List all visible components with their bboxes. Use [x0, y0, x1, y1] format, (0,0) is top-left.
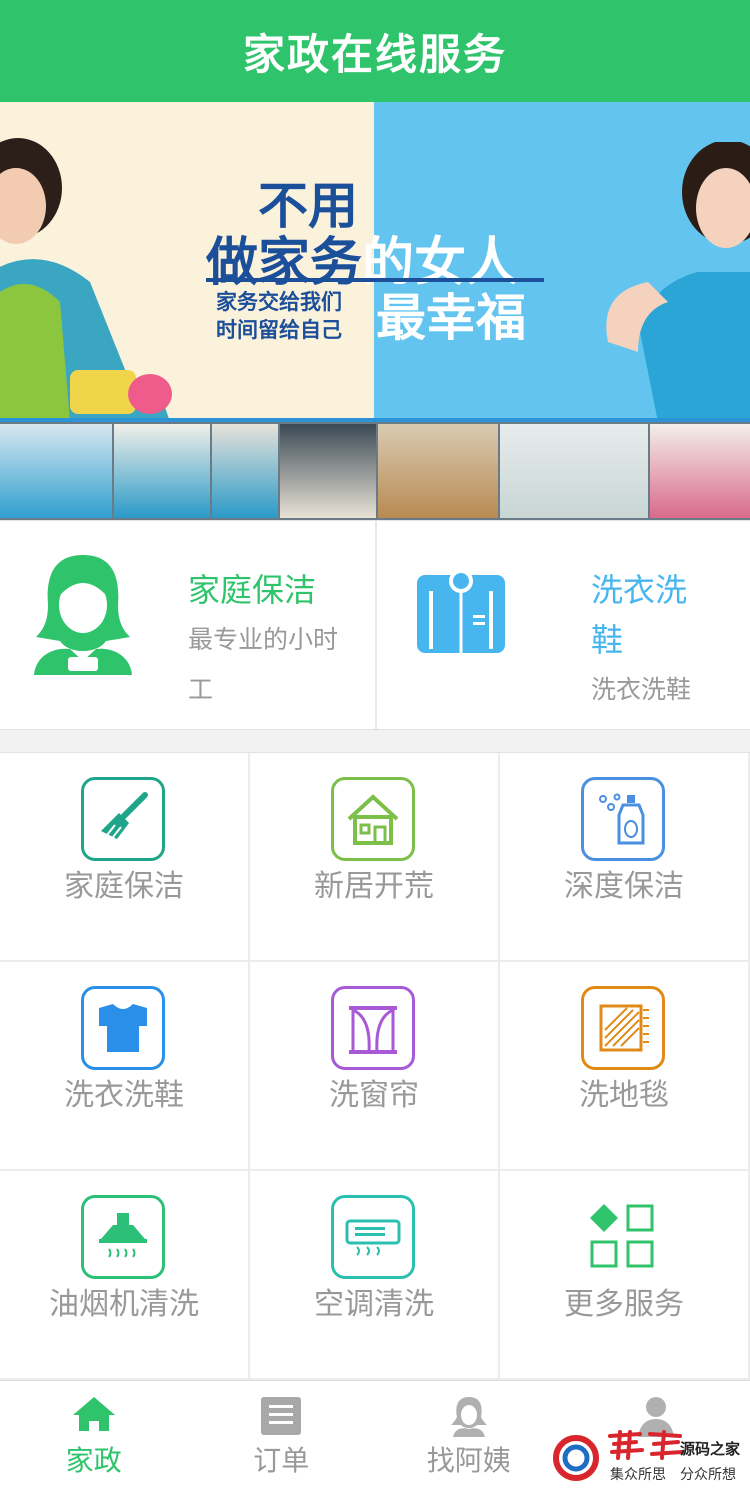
- watermark-logo-icon: [553, 1435, 599, 1481]
- featured-title: 鞋: [591, 621, 624, 659]
- service-air-conditioner[interactable]: 空调清洗: [250, 1171, 500, 1380]
- featured-title: 家庭保洁: [188, 571, 317, 609]
- order-icon: [259, 1395, 303, 1441]
- tab-find-nanny[interactable]: 找阿姨: [375, 1381, 563, 1488]
- service-more[interactable]: 更多服务: [500, 1171, 750, 1380]
- tab-label: 家政: [65, 1444, 122, 1477]
- housekeeper-icon: [30, 551, 136, 679]
- strip-photo: [500, 424, 648, 518]
- banner-sub-left: 家务交给我们 时间留给自己: [216, 290, 342, 342]
- strip-photo: [0, 424, 112, 518]
- featured-subtitle: 最专业的小时: [188, 625, 339, 654]
- strip-photo: [114, 424, 210, 518]
- featured-services: 家庭保洁 最专业的小时 工 洗衣洗 鞋 洗衣洗鞋: [0, 520, 750, 730]
- service-range-hood[interactable]: 油烟机清洗: [0, 1171, 250, 1380]
- watermark: 源码之家 集众所思 分众所想: [552, 1430, 748, 1486]
- strip-photo: [212, 424, 278, 518]
- spray-bottle-icon: [581, 777, 665, 861]
- service-carpet[interactable]: 洗地毯: [500, 962, 750, 1171]
- strip-photo: [650, 424, 750, 518]
- service-label: 深度保洁: [564, 869, 684, 904]
- featured-card-home-cleaning[interactable]: 家庭保洁 最专业的小时 工: [0, 521, 375, 729]
- top-header: 家政在线服务: [0, 0, 750, 102]
- carpet-icon: [581, 986, 665, 1070]
- range-hood-icon: [81, 1195, 165, 1279]
- service-deep-cleaning[interactable]: 深度保洁: [500, 753, 750, 962]
- service-label: 洗窗帘: [329, 1078, 419, 1113]
- featured-subtitle: 洗衣洗鞋: [591, 675, 692, 704]
- service-label: 油烟机清洗: [49, 1287, 199, 1322]
- air-conditioner-icon: [331, 1195, 415, 1279]
- tab-home[interactable]: 家政: [0, 1381, 188, 1488]
- more-grid-icon: [581, 1195, 665, 1279]
- curtain-icon: [331, 986, 415, 1070]
- watermark-brand: 源码之家: [680, 1440, 741, 1458]
- featured-subtitle: 工: [188, 675, 214, 704]
- tab-label: 订单: [253, 1444, 310, 1477]
- service-new-home-cleaning[interactable]: 新居开荒: [250, 753, 500, 962]
- shirt-icon: [81, 986, 165, 1070]
- watermark-slogan-right: 分众所想: [680, 1467, 736, 1483]
- banner-woman-left-image: [0, 138, 172, 422]
- nanny-icon: [449, 1395, 489, 1441]
- service-label: 家庭保洁: [64, 869, 184, 904]
- service-curtain[interactable]: 洗窗帘: [250, 962, 500, 1171]
- services-grid: 家庭保洁 新居开荒 深度保洁 洗衣洗鞋 洗窗帘 洗地毯 油烟机清洗 空调清洗 更…: [0, 752, 750, 1380]
- tab-orders[interactable]: 订单: [188, 1381, 376, 1488]
- service-laundry[interactable]: 洗衣洗鞋: [0, 962, 250, 1171]
- banner-sub-right: 最幸福: [376, 289, 526, 347]
- banner-headline-2a: 做家务: [206, 233, 363, 293]
- featured-card-laundry[interactable]: 洗衣洗 鞋 洗衣洗鞋: [375, 521, 750, 729]
- strip-photo: [280, 424, 376, 518]
- service-label: 新居开荒: [314, 869, 434, 904]
- page-title: 家政在线服务: [242, 29, 507, 79]
- service-label: 洗衣洗鞋: [64, 1078, 184, 1113]
- watermark-calligraphy: [608, 1430, 684, 1460]
- tab-label: 找阿姨: [426, 1444, 511, 1477]
- home-icon: [71, 1395, 117, 1437]
- service-label: 空调清洗: [314, 1287, 434, 1322]
- service-label: 洗地毯: [579, 1078, 669, 1113]
- shirt-icon: [415, 569, 507, 659]
- strip-photo: [378, 424, 498, 518]
- house-icon: [331, 777, 415, 861]
- service-home-cleaning[interactable]: 家庭保洁: [0, 753, 250, 962]
- broom-icon: [81, 777, 165, 861]
- banner-woman-right-image: [606, 142, 750, 422]
- promo-banner[interactable]: 不用 做家务的女人 家务交给我们 时间留给自己 最幸福: [0, 102, 750, 520]
- watermark-slogan-left: 集众所思: [610, 1467, 666, 1483]
- featured-title: 洗衣洗: [591, 571, 688, 609]
- service-label: 更多服务: [564, 1287, 684, 1322]
